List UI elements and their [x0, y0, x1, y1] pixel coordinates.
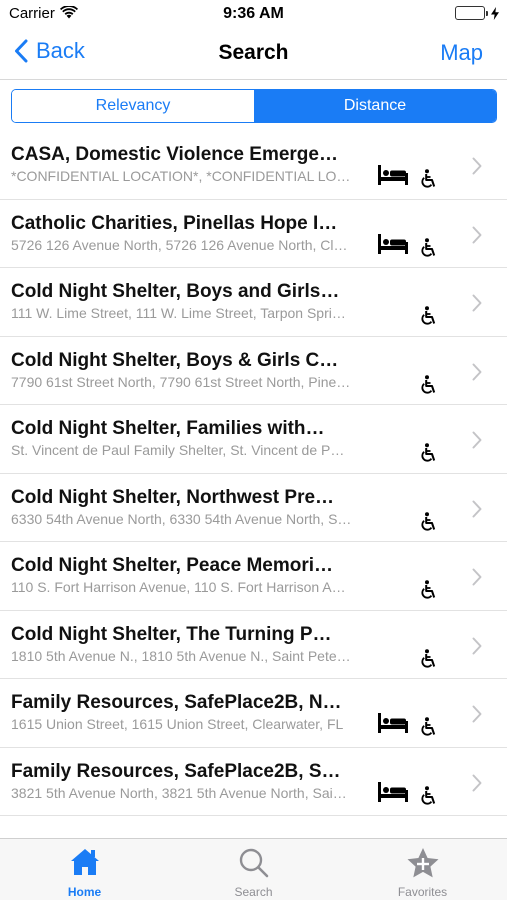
list-item-address: 110 S. Fort Harrison Avenue, 110 S. Fort…: [11, 579, 346, 595]
list-item-address: 111 W. Lime Street, 111 W. Lime Street, …: [11, 305, 346, 321]
list-item-address: St. Vincent de Paul Family Shelter, St. …: [11, 442, 345, 458]
tab-favorites[interactable]: Favorites: [338, 839, 507, 900]
map-button[interactable]: Map: [440, 40, 483, 66]
tab-bar: Home Search Favorites: [0, 838, 507, 900]
list-item-title: Family Resources, SafePlace2B, N…: [11, 692, 342, 713]
star-plus-icon: [406, 847, 440, 884]
battery-icon: [455, 6, 499, 20]
list-item-address: 7790 61st Street North, 7790 61st Street…: [11, 373, 351, 390]
chevron-right-icon: [472, 774, 482, 797]
wheelchair-icon: [421, 511, 437, 537]
wheelchair-icon: [421, 717, 437, 742]
list-item-address: 6330 54th Avenue North, 6330 54th Avenue…: [11, 510, 352, 527]
bed-icon: [378, 713, 408, 738]
list-item[interactable]: Cold Night Shelter, Families with… St. Vi…: [0, 405, 507, 474]
list-item[interactable]: Family Resources, SafePlace2B, N… 1615 Un…: [0, 679, 507, 748]
list-item-title: Cold Night Shelter, Families with…: [11, 418, 325, 439]
list-item-address: 3821 5th Avenue North, 3821 5th Avenue N…: [11, 784, 347, 801]
list-item-title: Family Resources, SafePlace2B, S…: [11, 760, 341, 782]
wheelchair-icon: [421, 580, 437, 605]
page-title: Search: [218, 41, 289, 64]
chevron-right-icon: [472, 157, 482, 180]
bed-icon: [378, 165, 408, 190]
wheelchair-icon: [421, 237, 437, 263]
segment-relevancy[interactable]: Relevancy: [12, 90, 254, 122]
tab-search-label: Search: [234, 885, 273, 899]
list-item[interactable]: Cold Night Shelter, The Turning P… 1810 5…: [0, 611, 507, 679]
list-item-title: Cold Night Shelter, The Turning P…: [11, 623, 332, 645]
status-bar: Carrier 9:36 AM: [0, 0, 507, 28]
list-item-address: 1615 Union Street, 1615 Union Street, Cl…: [11, 716, 344, 732]
list-item-title: Cold Night Shelter, Boys & Girls C…: [11, 349, 339, 371]
list-item[interactable]: Family Resources, SafePlace2B, S… 3821 5t…: [0, 748, 507, 816]
chevron-right-icon: [472, 500, 482, 523]
results-list: CASA, Domestic Violence Emerge… *CONFIDEN…: [0, 131, 507, 816]
list-item[interactable]: Catholic Charities, Pinellas Hope I… 5726…: [0, 200, 507, 268]
tab-search[interactable]: Search: [169, 839, 338, 900]
home-icon: [69, 847, 101, 882]
list-item[interactable]: CASA, Domestic Violence Emerge… *CONFIDEN…: [0, 131, 507, 200]
list-item[interactable]: Cold Night Shelter, Boys & Girls C… 7790 …: [0, 337, 507, 405]
tab-favorites-label: Favorites: [397, 885, 448, 899]
wheelchair-icon: [421, 443, 437, 468]
chevron-right-icon: [472, 705, 482, 728]
segment-distance[interactable]: Distance: [254, 90, 496, 122]
list-item-address: *CONFIDENTIAL LOCATION*, *CONFIDENTIAL L…: [11, 168, 351, 184]
wheelchair-icon: [421, 648, 437, 674]
list-item[interactable]: Cold Night Shelter, Boys and Girls… 111 W…: [0, 268, 507, 337]
chevron-right-icon: [472, 431, 482, 454]
list-item-address: 5726 126 Avenue North, 5726 126 Avenue N…: [11, 236, 348, 253]
wheelchair-icon: [421, 374, 437, 400]
list-item-title: Cold Night Shelter, Boys and Girls…: [11, 281, 340, 302]
chevron-right-icon: [472, 568, 482, 591]
wheelchair-icon: [421, 169, 437, 194]
list-item-title: Cold Night Shelter, Peace Memori…: [11, 555, 334, 576]
tab-home[interactable]: Home: [0, 839, 169, 900]
tab-home-label: Home: [67, 885, 102, 899]
list-item-title: CASA, Domestic Violence Emerge…: [11, 144, 338, 165]
wheelchair-icon: [421, 306, 437, 331]
search-icon: [238, 847, 270, 884]
navigation-bar: Back Search Map: [0, 28, 507, 80]
list-item-title: Catholic Charities, Pinellas Hope I…: [11, 212, 338, 234]
list-item-address: 1810 5th Avenue N., 1810 5th Avenue N., …: [11, 647, 351, 664]
wheelchair-icon: [421, 785, 437, 811]
clock: 9:36 AM: [223, 5, 284, 22]
chevron-right-icon: [472, 637, 482, 660]
chevron-right-icon: [472, 363, 482, 386]
bed-icon: [378, 233, 408, 259]
charging-icon: [491, 6, 499, 20]
chevron-right-icon: [472, 294, 482, 317]
bed-icon: [378, 781, 408, 807]
sort-segmented-control: Relevancy Distance: [11, 89, 497, 123]
list-item[interactable]: Cold Night Shelter, Northwest Pre… 6330 5…: [0, 474, 507, 542]
list-item[interactable]: Cold Night Shelter, Peace Memori… 110 S. …: [0, 542, 507, 611]
chevron-right-icon: [472, 226, 482, 249]
list-item-title: Cold Night Shelter, Northwest Pre…: [11, 486, 335, 508]
